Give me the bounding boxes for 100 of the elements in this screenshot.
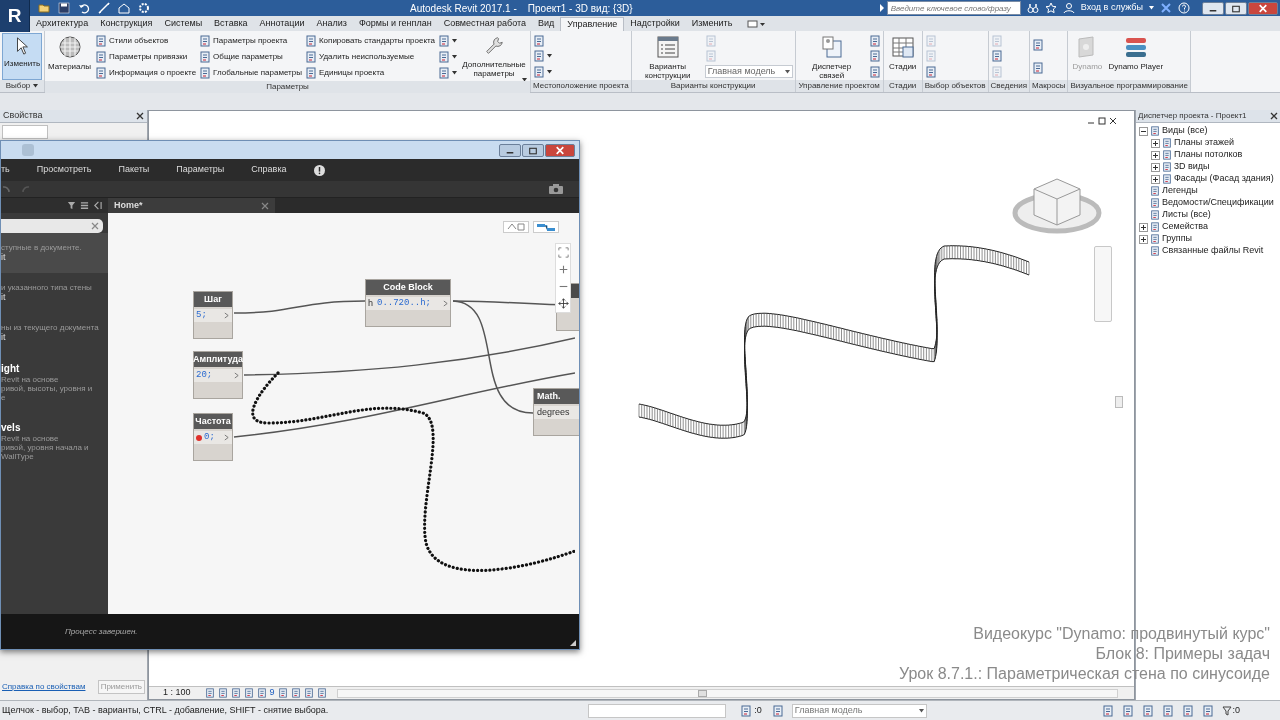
resize-grip-icon[interactable] [569, 639, 577, 647]
tree-item[interactable]: Связанные файлы Revit [1162, 244, 1264, 258]
selection-option-icon[interactable] [1102, 704, 1115, 717]
collapse-icon[interactable] [93, 201, 102, 210]
clear-icon[interactable] [91, 222, 99, 230]
ribbon-button[interactable]: Информация о проекте [94, 67, 197, 79]
ribbon-button[interactable]: Единицы проекта [304, 67, 435, 79]
ribbon-icon-button[interactable] [868, 50, 881, 63]
view-control-icon[interactable] [204, 688, 215, 698]
menu-item[interactable]: Справка [251, 163, 287, 177]
expand-icon[interactable] [1139, 234, 1148, 244]
ribbon-button[interactable]: Диспетчер связей [797, 33, 866, 80]
selection-option-icon[interactable] [1182, 704, 1195, 717]
ribbon-tab[interactable]: Вид [532, 17, 561, 31]
ribbon-button[interactable]: Варианты конструкции [633, 33, 702, 80]
minimize-icon[interactable] [499, 143, 521, 157]
search-field[interactable]: Введите ключевое слово/фразу [886, 1, 1021, 15]
workspace-tab[interactable]: Home* [108, 198, 275, 213]
node-card[interactable]: Code Block h 0..720..h; [365, 279, 451, 327]
save-icon[interactable] [58, 2, 70, 14]
maximize-icon[interactable] [522, 143, 544, 157]
app-logo[interactable]: R [0, 0, 30, 32]
gear-icon[interactable] [138, 2, 150, 14]
pan-icon[interactable] [557, 298, 569, 309]
library-item[interactable]: ны из текущего документа it [1, 313, 108, 353]
document-icon[interactable] [771, 704, 784, 717]
filter-icon[interactable] [67, 201, 76, 210]
view-control-badge[interactable]: 9 [269, 686, 275, 699]
ribbon-tab[interactable]: Надстройки [624, 17, 686, 31]
library-item[interactable]: ступные в документе. it [1, 233, 108, 273]
tree-item[interactable]: Листы (все) [1162, 208, 1211, 222]
list-view-icon[interactable] [80, 201, 89, 210]
measure-icon[interactable] [98, 2, 110, 14]
ribbon-button[interactable]: Параметры проекта [199, 35, 302, 47]
ribbon-button[interactable]: Удалить неиспользуемые [304, 51, 435, 63]
ribbon-icon-button[interactable] [1032, 62, 1045, 75]
user-icon[interactable] [1062, 2, 1075, 14]
output-port-icon[interactable] [224, 312, 229, 319]
menu-item[interactable]: Просмотреть [36, 163, 92, 177]
panel-toggle-icon[interactable] [746, 19, 767, 29]
tree-item[interactable]: Группы [1162, 232, 1192, 246]
house-icon[interactable] [118, 2, 130, 14]
restore-icon[interactable] [1098, 117, 1106, 125]
status-field[interactable] [588, 703, 727, 718]
ribbon-tab[interactable]: Анализ [310, 17, 353, 31]
zoom-in-icon[interactable] [557, 264, 569, 275]
ribbon-tab[interactable]: Конструкция [94, 17, 159, 31]
ribbon-icon-button[interactable] [438, 51, 457, 63]
tree-item[interactable]: Виды (все) [1162, 124, 1208, 138]
expand-icon[interactable] [1151, 174, 1160, 184]
worksets-icon[interactable] [740, 704, 753, 717]
ribbon-tab[interactable]: Вставка [208, 17, 254, 31]
node-card[interactable]: Амплитуда 20; [193, 351, 243, 399]
expand-icon[interactable] [1151, 138, 1160, 148]
node-card[interactable]: Шаг 5; [193, 291, 233, 339]
sign-in-link[interactable]: Вход в службы [1080, 1, 1143, 15]
library-item[interactable]: ight Revit на основе ривой, высоты, уровня и е [1, 353, 108, 412]
menu-item[interactable]: Пакеты [118, 163, 150, 177]
view-control-icon[interactable] [256, 688, 267, 698]
close-icon[interactable] [1270, 112, 1278, 120]
code-text[interactable]: 0..720..h; [377, 296, 432, 311]
ribbon-button[interactable]: Копировать стандарты проекта [304, 35, 435, 47]
view-control-icon[interactable] [217, 688, 228, 698]
ribbon-button[interactable]: Dynamo Player [1107, 33, 1165, 80]
close-icon[interactable] [136, 112, 144, 120]
binoculars-icon[interactable] [1026, 2, 1039, 14]
ribbon-tab[interactable]: Управление [560, 17, 625, 31]
search-field[interactable] [1, 219, 103, 233]
ribbon-button[interactable]: Стили объектов [94, 35, 197, 47]
ribbon-icon-button[interactable] [868, 66, 881, 79]
selection-option-icon[interactable] [1202, 704, 1215, 717]
ribbon-button[interactable]: Материалы [47, 33, 92, 81]
tree-item[interactable]: Ведомости/Спецификации [1162, 196, 1274, 210]
maximize-icon[interactable] [1225, 1, 1247, 15]
undo-icon[interactable] [78, 2, 90, 14]
expand-icon[interactable] [1151, 162, 1160, 172]
ribbon-tab[interactable]: Аннотации [253, 17, 311, 31]
view-control-icon[interactable] [290, 688, 301, 698]
tree-item[interactable]: Легенды [1162, 184, 1198, 198]
ribbon-icon-button[interactable] [924, 66, 937, 79]
expand-icon[interactable] [1139, 222, 1148, 232]
ribbon-button[interactable]: Общие параметры [199, 51, 302, 63]
close-icon[interactable] [1109, 117, 1117, 125]
output-port-icon[interactable] [234, 372, 239, 379]
library-item[interactable]: vels Revit на основе ривой, уровня начала и WallType [1, 412, 108, 471]
selection-option-icon[interactable] [1122, 704, 1135, 717]
graph-view-icon[interactable] [533, 221, 559, 233]
scrollbar-thumb[interactable] [697, 689, 707, 697]
ribbon-tab[interactable]: Формы и генплан [352, 17, 438, 31]
menu-item[interactable]: ть [1, 163, 10, 177]
view-control-icon[interactable] [316, 688, 327, 698]
expand-icon[interactable] [1151, 150, 1160, 160]
node-card[interactable]: Частота 0; [193, 413, 233, 461]
ribbon-button[interactable]: Дополнительные параметры [460, 33, 528, 81]
view-control-icon[interactable] [303, 688, 314, 698]
ribbon-icon-button[interactable] [438, 67, 457, 79]
ribbon-icon-button[interactable] [990, 50, 1003, 63]
fit-view-icon[interactable] [557, 247, 569, 258]
help-link[interactable]: Справка по свойствам [2, 681, 86, 693]
view-control-icon[interactable] [230, 688, 241, 698]
